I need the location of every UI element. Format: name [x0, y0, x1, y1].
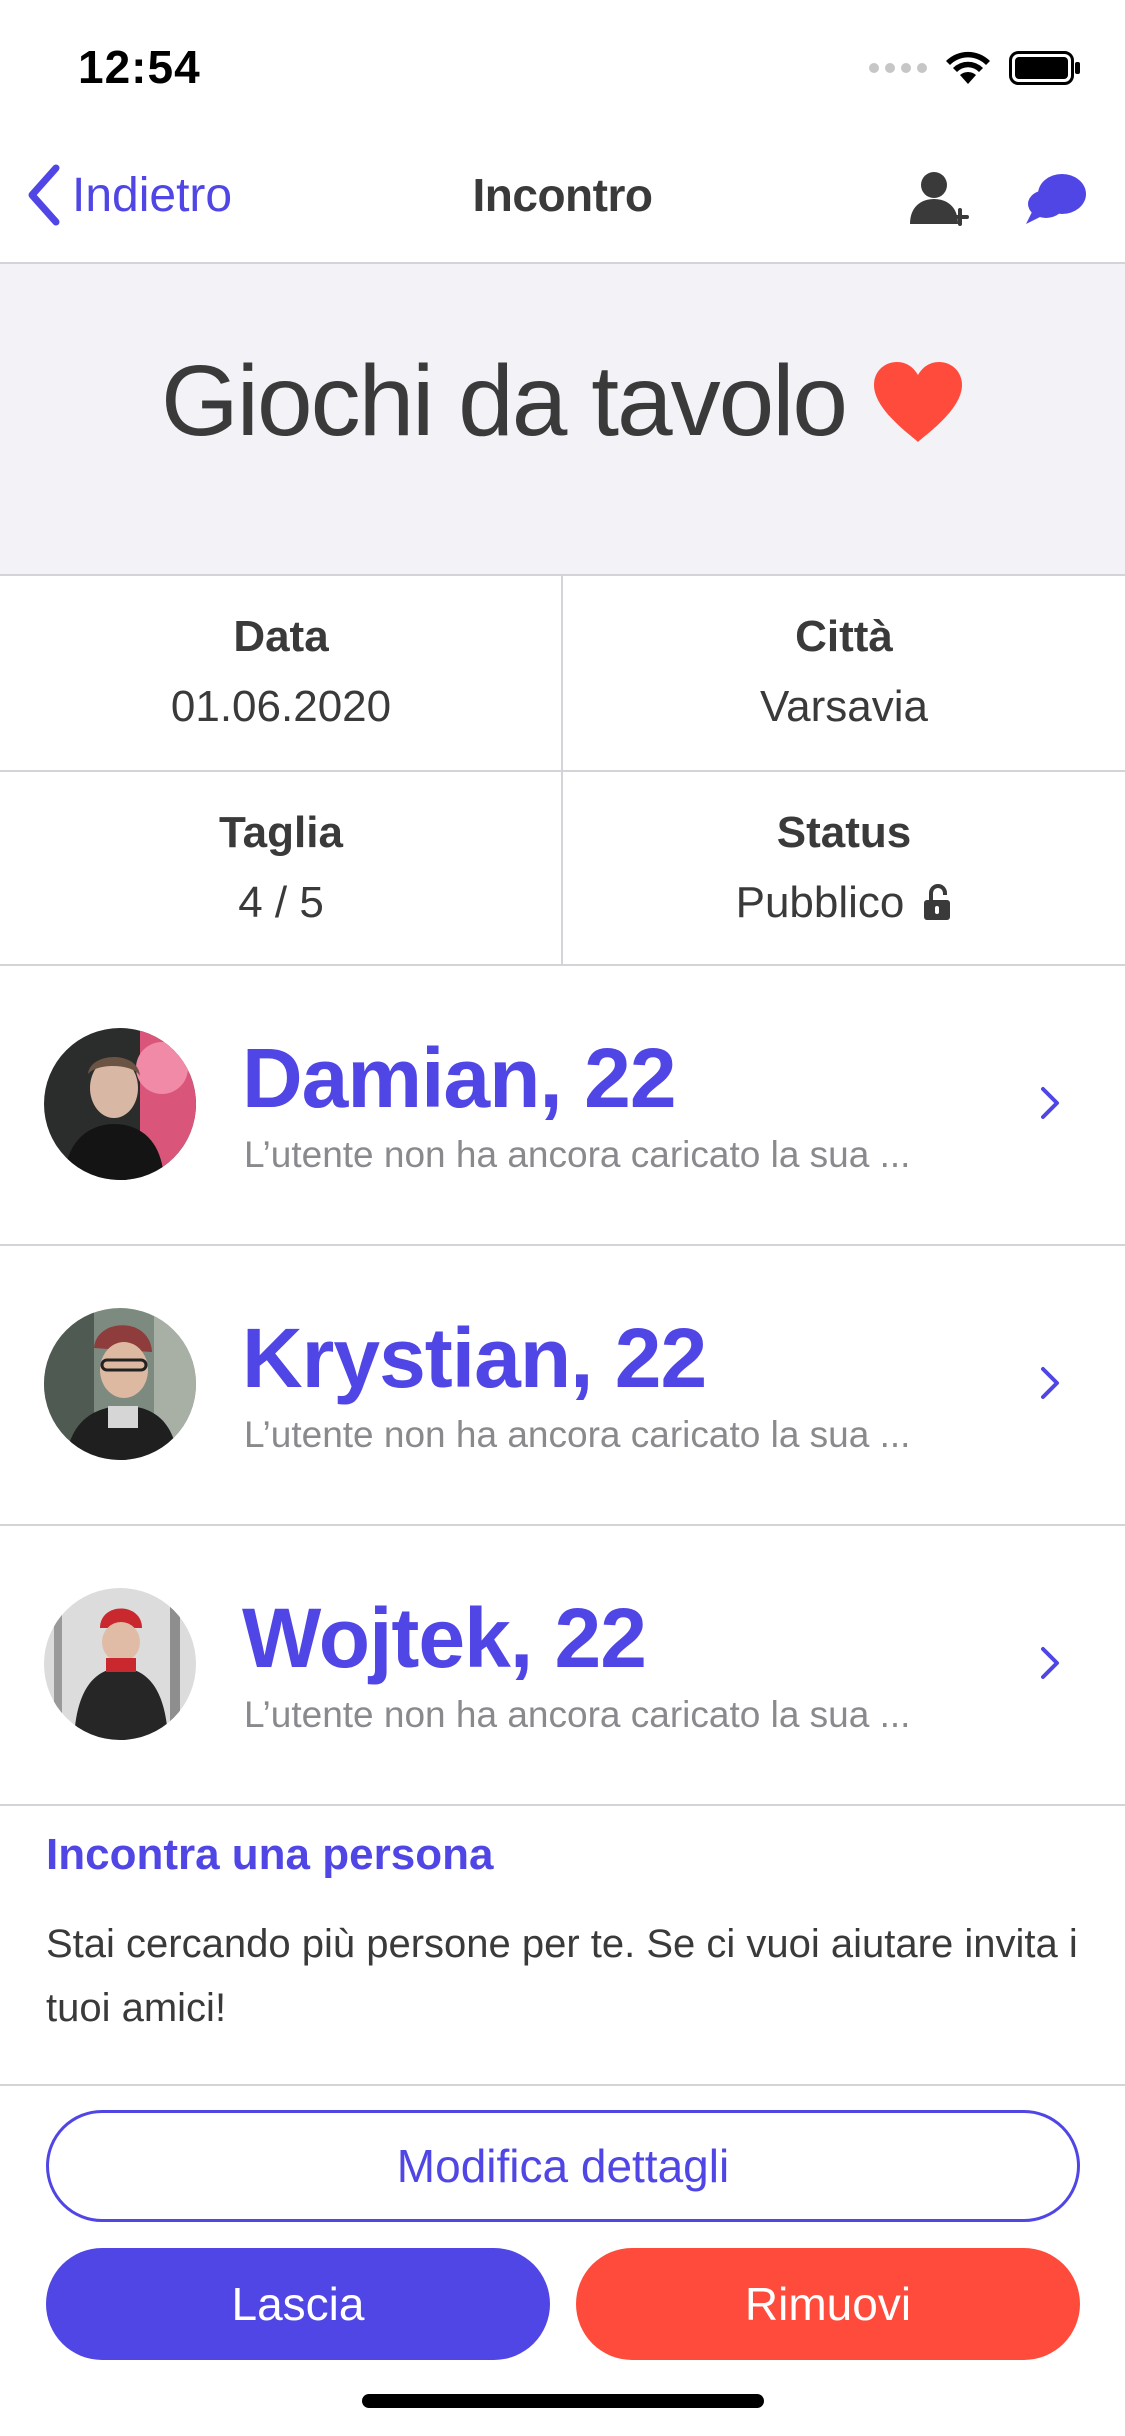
chevron-right-icon — [1041, 1647, 1059, 1679]
edit-details-button[interactable]: Modifica dettagli — [46, 2110, 1080, 2222]
status-value: Pubblico — [735, 878, 905, 927]
wifi-icon — [946, 51, 990, 84]
member-name: Krystian, 22 — [242, 1311, 707, 1405]
divider — [561, 576, 563, 966]
list-item[interactable]: Damian, 22 L’utente non ha ancora carica… — [0, 966, 1125, 1246]
member-subtitle: L’utente non ha ancora caricato la sua .… — [244, 1414, 911, 1455]
members-list: Damian, 22 L’utente non ha ancora carica… — [0, 966, 1125, 1806]
size-label: Taglia — [219, 808, 343, 857]
event-header: Giochi da tavolo — [0, 264, 1125, 576]
invite-text: Stai cercando più persone per te. Se ci … — [46, 1922, 1078, 2030]
size-cell: Taglia 4 / 5 — [0, 772, 562, 966]
status-time: 12:54 — [78, 41, 201, 93]
unlocked-padlock-icon — [924, 884, 951, 920]
city-label: Città — [795, 612, 893, 661]
chevron-right-icon — [1041, 1367, 1059, 1399]
city-cell: Città Varsavia — [563, 576, 1125, 770]
cellular-signal-icon — [869, 63, 927, 73]
member-name: Wojtek, 22 — [242, 1591, 647, 1685]
status-value-row: Pubblico — [563, 878, 1125, 928]
member-subtitle: L’utente non ha ancora caricato la sua .… — [244, 1694, 911, 1735]
home-indicator[interactable] — [362, 2394, 764, 2408]
date-value: 01.06.2020 — [170, 682, 392, 731]
avatar — [44, 1588, 196, 1740]
member-subtitle: L’utente non ha ancora caricato la sua .… — [244, 1134, 911, 1175]
chevron-right-icon — [1041, 1087, 1059, 1119]
member-name: Damian, 22 — [242, 1031, 677, 1125]
invite-section: Incontra una persona Stai cercando più p… — [0, 1806, 1125, 2086]
list-item[interactable]: Wojtek, 22 L’utente non ha ancora carica… — [0, 1526, 1125, 1806]
add-person-icon[interactable] — [908, 166, 972, 230]
date-cell: Data 01.06.2020 — [0, 576, 562, 770]
invite-title: Incontra una persona — [46, 1830, 494, 1879]
size-value: 4 / 5 — [238, 878, 324, 927]
leave-button[interactable]: Lascia — [46, 2248, 550, 2360]
status-cell: Status Pubblico — [563, 772, 1125, 966]
avatar — [44, 1308, 196, 1460]
date-label: Data — [233, 612, 329, 661]
list-item[interactable]: Krystian, 22 L’utente non ha ancora cari… — [0, 1246, 1125, 1526]
event-title: Giochi da tavolo — [160, 345, 848, 457]
avatar — [44, 1028, 196, 1180]
status-bar: 12:54 — [0, 0, 1125, 132]
city-value: Varsavia — [760, 682, 928, 731]
heart-icon[interactable] — [872, 360, 964, 444]
chat-bubbles-icon[interactable] — [1024, 168, 1088, 228]
navigation-bar: Indietro Incontro — [0, 132, 1125, 264]
remove-button[interactable]: Rimuovi — [576, 2248, 1080, 2360]
status-icons — [869, 48, 1081, 88]
battery-icon — [1009, 51, 1080, 85]
event-info-grid: Data 01.06.2020 Città Varsavia Taglia 4 … — [0, 576, 1125, 966]
status-label: Status — [776, 808, 912, 857]
